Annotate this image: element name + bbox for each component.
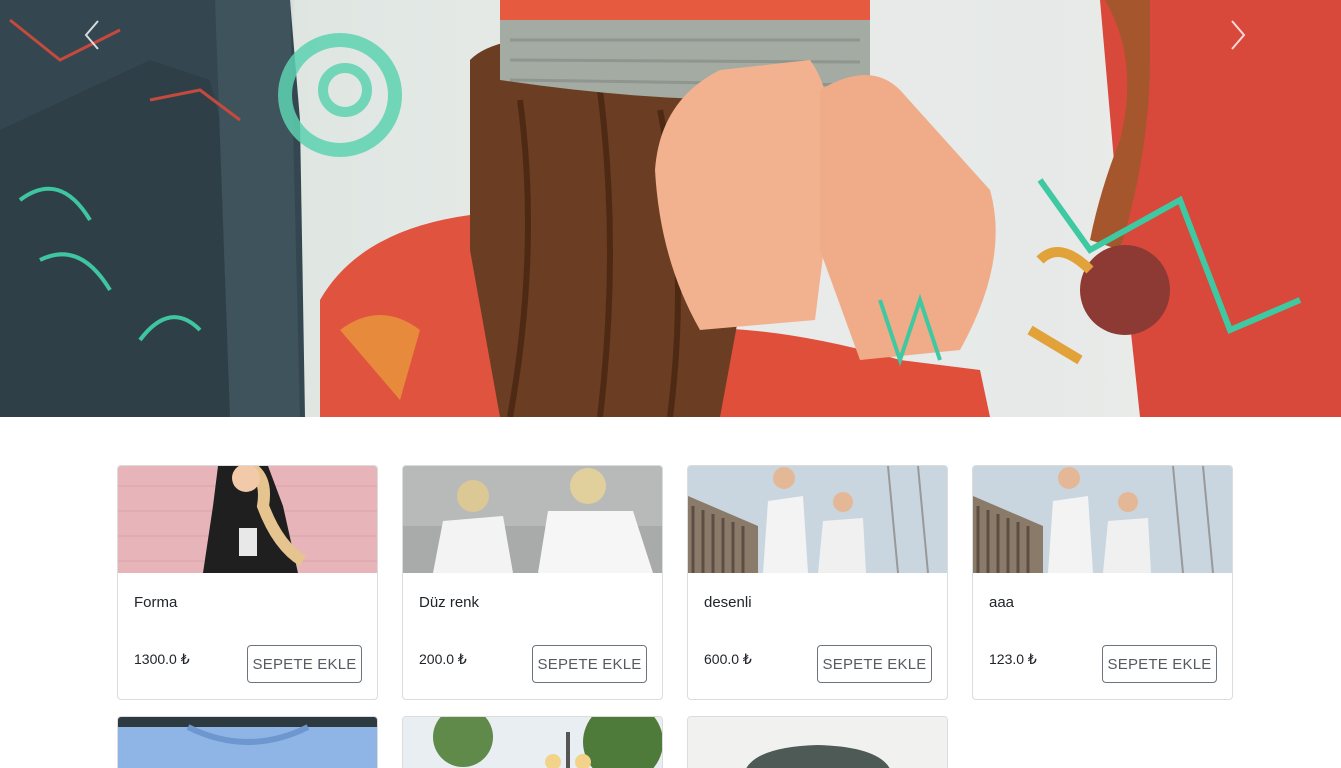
product-image[interactable] bbox=[403, 717, 662, 768]
add-to-cart-button[interactable]: SEPETE EKLE bbox=[247, 645, 362, 683]
product-image[interactable] bbox=[403, 466, 662, 573]
product-title: Forma bbox=[134, 594, 178, 611]
chevron-left-icon bbox=[84, 20, 99, 50]
product-card[interactable]: Forma 1300.0 ₺ SEPETE EKLE bbox=[117, 465, 378, 700]
carousel-next-button[interactable] bbox=[1228, 18, 1268, 58]
product-title: aaa bbox=[989, 594, 1015, 611]
carousel-prev-button[interactable] bbox=[82, 18, 122, 58]
hero-carousel bbox=[0, 0, 1341, 417]
product-price: 600.0 ₺ bbox=[704, 651, 752, 667]
product-card[interactable]: aaa 123.0 ₺ SEPETE EKLE bbox=[972, 465, 1233, 700]
product-image[interactable] bbox=[118, 466, 377, 573]
product-card[interactable]: desenli 600.0 ₺ SEPETE EKLE bbox=[687, 465, 948, 700]
add-to-cart-button[interactable]: SEPETE EKLE bbox=[817, 645, 932, 683]
product-title: desenli bbox=[704, 594, 752, 611]
product-card[interactable] bbox=[117, 716, 378, 768]
product-image[interactable] bbox=[688, 717, 947, 768]
product-price: 1300.0 ₺ bbox=[134, 651, 190, 667]
product-price: 123.0 ₺ bbox=[989, 651, 1037, 667]
product-card[interactable] bbox=[402, 716, 663, 768]
hero-image bbox=[0, 0, 1341, 417]
chevron-right-icon bbox=[1231, 20, 1246, 50]
add-to-cart-button[interactable]: SEPETE EKLE bbox=[1102, 645, 1217, 683]
product-price: 200.0 ₺ bbox=[419, 651, 467, 667]
product-image[interactable] bbox=[118, 717, 377, 768]
product-card[interactable] bbox=[687, 716, 948, 768]
product-image[interactable] bbox=[973, 466, 1232, 573]
product-title: Düz renk bbox=[419, 594, 480, 611]
add-to-cart-button[interactable]: SEPETE EKLE bbox=[532, 645, 647, 683]
product-image[interactable] bbox=[688, 466, 947, 573]
product-card[interactable]: Düz renk 200.0 ₺ SEPETE EKLE bbox=[402, 465, 663, 700]
